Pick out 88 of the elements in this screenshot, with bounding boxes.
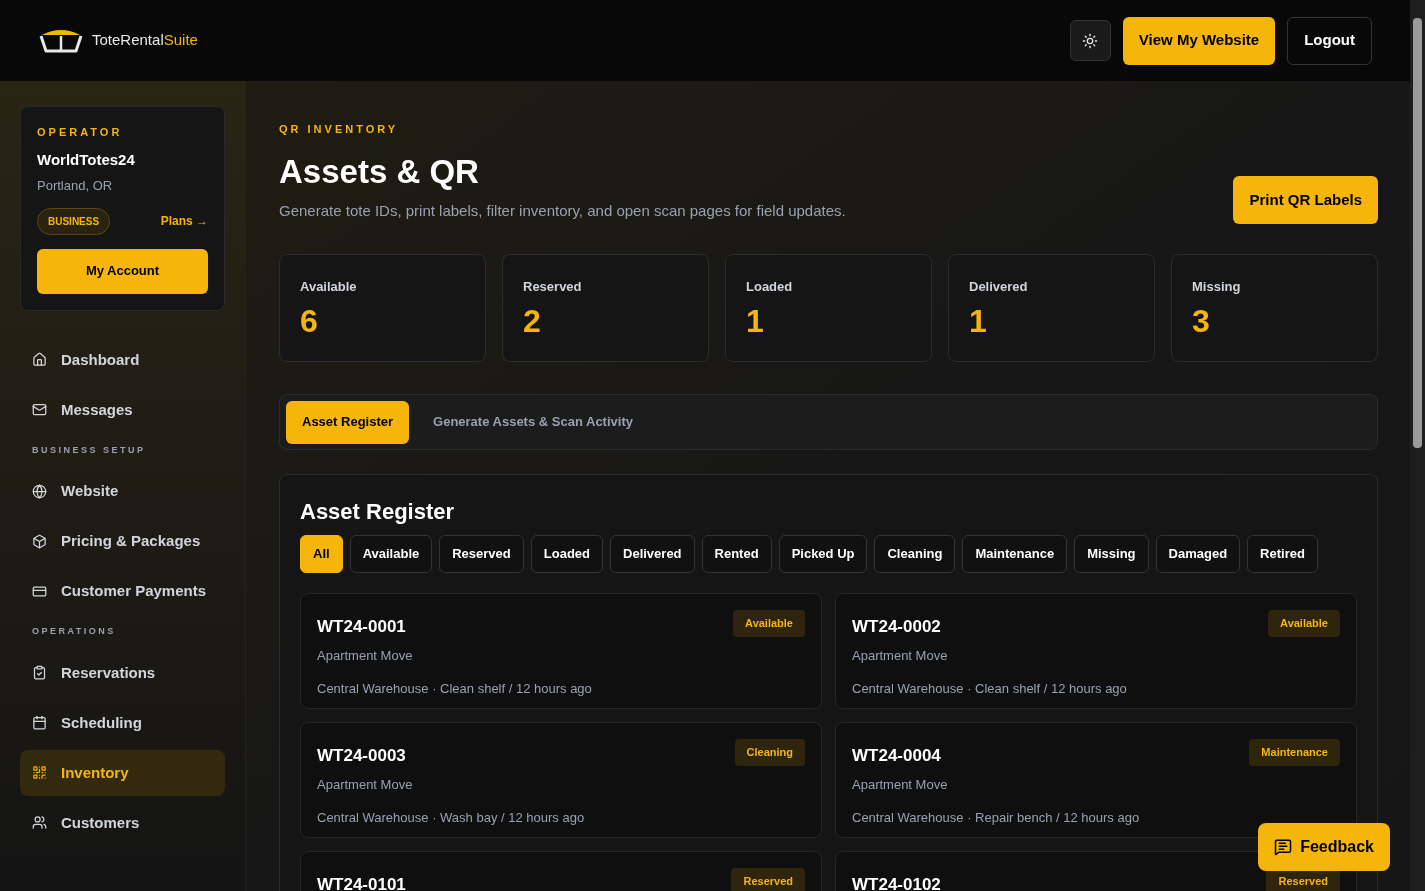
status-badge: Maintenance xyxy=(1249,739,1340,766)
status-badge: Cleaning xyxy=(734,739,805,766)
page-title: Assets & QR xyxy=(279,151,480,192)
sidebar-item[interactable]: Messages xyxy=(20,386,225,433)
asset-card[interactable]: WT24-0004 Maintenance Apartment Move Central Warehouse · Repair bench / 12 hours ago xyxy=(835,722,1357,838)
brand-name[interactable]: ToteRentalSuite xyxy=(92,29,198,52)
asset-id: WT24-0004 xyxy=(852,745,941,767)
my-account-button[interactable]: My Account xyxy=(37,248,208,294)
theme-toggle-button[interactable] xyxy=(1069,20,1111,61)
house-icon xyxy=(32,352,47,367)
tab[interactable]: Generate Assets & Scan Activity xyxy=(417,400,649,444)
stat-label: Loaded xyxy=(746,278,794,296)
asset-package: Apartment Move xyxy=(852,775,949,794)
asset-card[interactable]: WT24-0001 Available Apartment Move Central Warehouse · Clean shelf / 12 hours ago xyxy=(300,593,822,709)
stat-label: Missing xyxy=(1192,278,1242,296)
asset-id: WT24-0101 xyxy=(317,874,406,891)
sidebar-item[interactable]: Customer Payments xyxy=(20,568,225,614)
operator-location: Portland, OR xyxy=(37,177,114,195)
print-labels-button[interactable]: Print QR Labels xyxy=(1233,176,1378,224)
asset-location: Central Warehouse · Clean shelf / 12 hours ago xyxy=(852,680,1128,698)
stat-label: Delivered xyxy=(969,278,1029,296)
asset-card[interactable]: WT24-0003 Cleaning Apartment Move Central Warehouse · Wash bay / 12 hours ago xyxy=(300,722,822,838)
plan-badge: BUSINESS xyxy=(37,207,111,235)
asset-id: WT24-0102 xyxy=(852,874,941,891)
filter-chip[interactable]: Picked Up xyxy=(778,535,868,573)
filter-chip[interactable]: Retired xyxy=(1247,535,1318,573)
calendar-icon xyxy=(32,715,47,730)
view-website-button[interactable]: View My Website xyxy=(1122,16,1276,65)
asset-location: Central Warehouse · Repair bench / 12 hours ago xyxy=(852,809,1141,827)
status-badge: Available xyxy=(1268,610,1340,637)
stat-label: Available xyxy=(300,278,358,296)
operator-eyebrow: OPERATOR xyxy=(37,125,124,140)
sidebar-item[interactable]: Customers xyxy=(20,799,225,846)
tab[interactable]: Asset Register xyxy=(286,400,410,444)
status-badge: Reserved xyxy=(731,868,805,891)
chat-icon xyxy=(1274,838,1293,856)
asset-package: Apartment Move xyxy=(317,775,414,794)
sidebar-item[interactable]: Pricing & Packages xyxy=(20,518,225,564)
register-title: Asset Register xyxy=(300,498,456,526)
sidebar-item[interactable]: Reservations xyxy=(20,649,225,696)
asset-card[interactable]: WT24-0101 Reserved xyxy=(300,851,822,891)
filter-chip[interactable]: Loaded xyxy=(530,535,603,573)
filter-chip[interactable]: Rented xyxy=(701,535,772,573)
stat-label: Reserved xyxy=(523,278,583,296)
asset-id: WT24-0002 xyxy=(852,616,941,638)
users-icon xyxy=(32,815,47,830)
filter-chip[interactable]: Delivered xyxy=(610,535,695,573)
filter-chip[interactable]: Reserved xyxy=(439,535,524,573)
feedback-button[interactable]: Feedback xyxy=(1258,823,1390,871)
filter-chip[interactable]: Maintenance xyxy=(962,535,1068,573)
qr-code-icon xyxy=(32,765,47,780)
plans-link[interactable]: Plans → xyxy=(160,212,208,230)
operator-name: WorldTotes24 xyxy=(37,149,136,170)
filter-chip[interactable]: Missing xyxy=(1074,535,1149,573)
logout-button[interactable]: Logout xyxy=(1287,16,1372,65)
page-eyebrow: QR INVENTORY xyxy=(279,122,400,137)
card-icon xyxy=(32,583,47,599)
sidebar-section-heading: OPERATIONS xyxy=(31,625,117,638)
stat-value: 2 xyxy=(523,301,542,341)
clipboard-icon xyxy=(32,665,47,680)
sidebar-section-heading: BUSINESS SETUP xyxy=(31,443,147,457)
sidebar-item[interactable]: Scheduling xyxy=(20,699,225,746)
filter-chip[interactable]: Damaged xyxy=(1155,535,1241,573)
asset-card[interactable]: WT24-0002 Available Apartment Move Central Warehouse · Clean shelf / 12 hours ago xyxy=(835,593,1357,709)
sidebar-item[interactable]: Inventory xyxy=(20,749,225,796)
filter-chip[interactable]: Available xyxy=(349,535,433,573)
asset-location: Central Warehouse · Clean shelf / 12 hours ago xyxy=(317,680,593,698)
scrollbar[interactable] xyxy=(1410,0,1425,891)
box-icon xyxy=(32,533,47,549)
status-badge: Available xyxy=(733,610,805,637)
asset-card[interactable]: WT24-0102 Reserved xyxy=(835,851,1357,891)
asset-package: Apartment Move xyxy=(317,646,414,665)
globe-icon xyxy=(32,483,47,499)
stat-value: 1 xyxy=(969,301,988,341)
sidebar-item[interactable]: Website xyxy=(20,468,225,514)
filter-chip[interactable]: Cleaning xyxy=(874,535,956,573)
asset-id: WT24-0001 xyxy=(317,616,406,638)
mail-icon xyxy=(32,402,47,417)
filter-chip[interactable]: All xyxy=(300,535,343,573)
asset-id: WT24-0003 xyxy=(317,745,406,767)
sun-icon xyxy=(1082,32,1099,49)
stat-value: 6 xyxy=(300,301,319,341)
sidebar-item[interactable]: Dashboard xyxy=(20,336,225,383)
page-subtitle: Generate tote IDs, print labels, filter inventory, and open scan pages for field updates. xyxy=(279,200,846,221)
stat-value: 3 xyxy=(1192,301,1211,341)
stat-value: 1 xyxy=(746,301,765,341)
asset-location: Central Warehouse · Wash bay / 12 hours ago xyxy=(317,809,586,827)
asset-package: Apartment Move xyxy=(852,646,949,665)
